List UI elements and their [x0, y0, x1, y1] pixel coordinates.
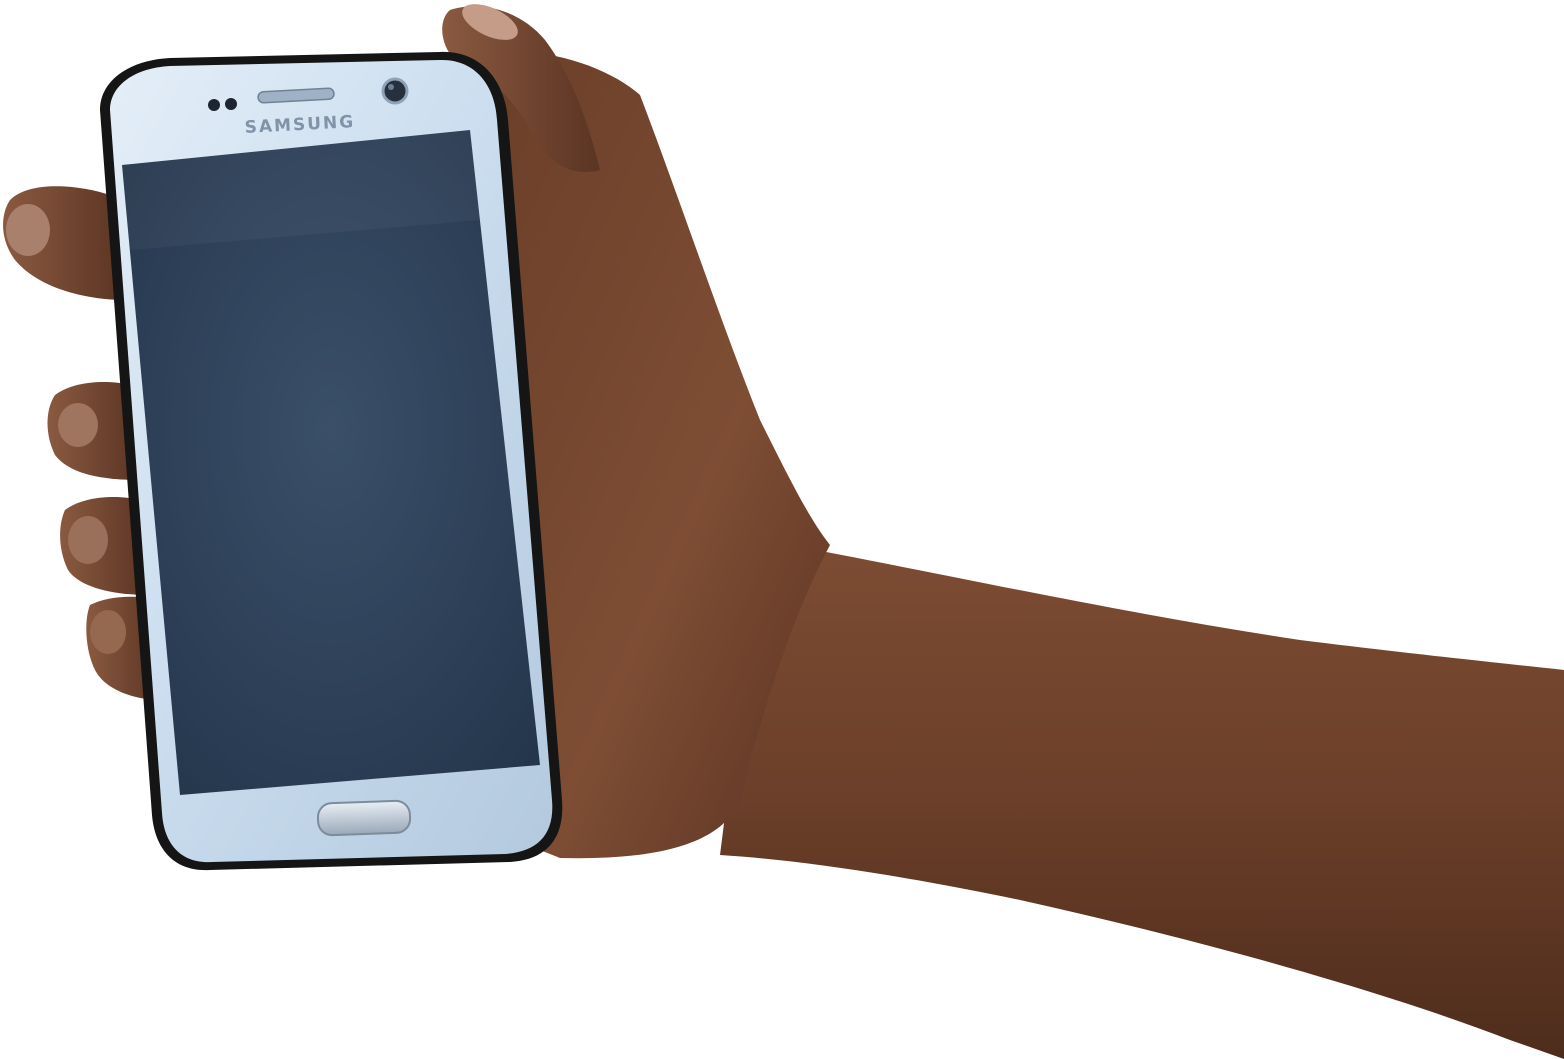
camera-lens-glint: [388, 84, 394, 90]
home-button[interactable]: [316, 799, 412, 837]
sensor-dot-1: [208, 99, 220, 111]
ring-fingernail: [68, 516, 108, 564]
forearm: [720, 540, 1564, 1059]
sensor-dot-2: [225, 98, 237, 110]
middle-fingernail: [58, 403, 98, 447]
front-camera-icon: [381, 77, 409, 105]
little-fingernail: [90, 610, 126, 654]
photo-scene: SAMSUNG: [0, 0, 1564, 1059]
hand-holding-phone-illustration: SAMSUNG: [3, 4, 1564, 1059]
index-fingernail: [6, 204, 50, 256]
